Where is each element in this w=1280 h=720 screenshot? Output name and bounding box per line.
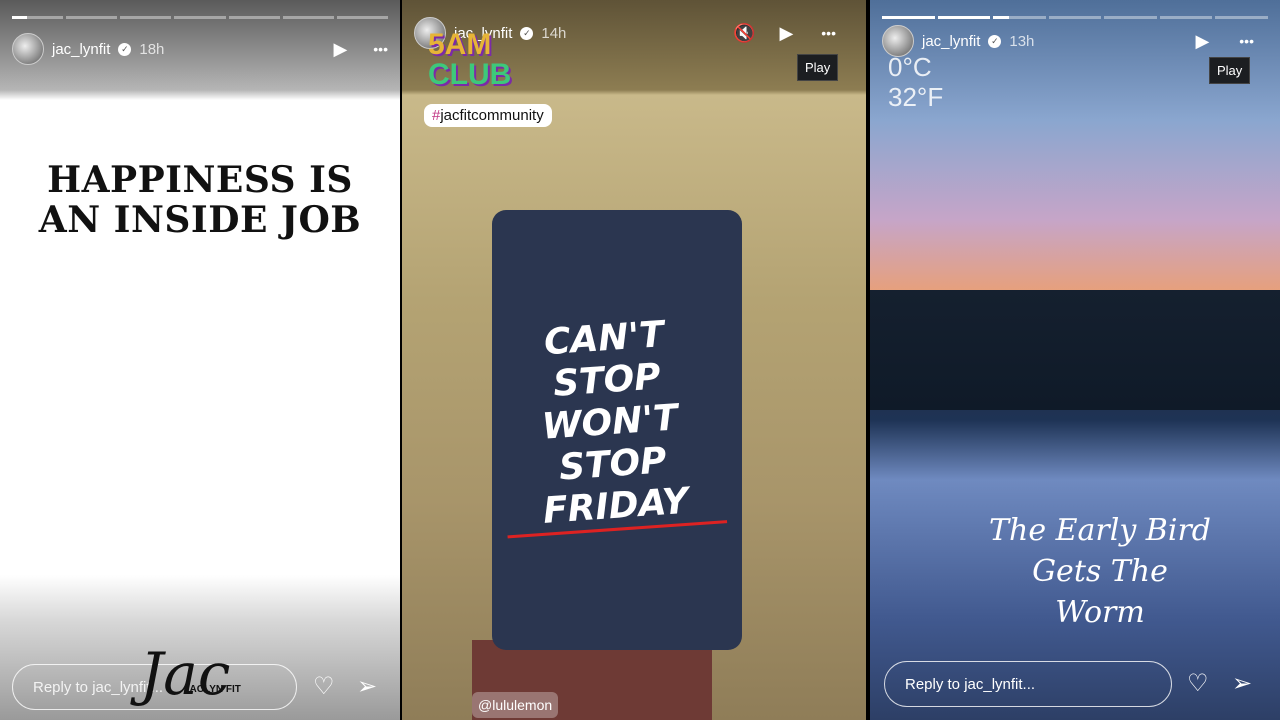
- 5am-club-sticker: 5AM CLUB: [428, 30, 511, 90]
- send-icon[interactable]: ➢: [357, 672, 377, 701]
- username[interactable]: jac_lynfit: [52, 41, 110, 58]
- quote-line: AN INSIDE JOB: [38, 199, 362, 241]
- timestamp: 14h: [541, 24, 567, 42]
- play-icon[interactable]: ▶: [779, 23, 793, 44]
- send-icon[interactable]: ➢: [1232, 669, 1252, 698]
- progress-segment: [1159, 16, 1213, 19]
- more-icon[interactable]: •••: [373, 41, 388, 57]
- play-tooltip: Play: [1209, 57, 1251, 84]
- caption-line: Gets The: [1032, 554, 1168, 589]
- mention-tag[interactable]: @lululemon: [472, 692, 559, 718]
- shirt-line: CAN'T STOP: [542, 314, 666, 405]
- progress-segment: [12, 16, 64, 19]
- timestamp: 18h: [139, 40, 165, 58]
- signature-subtitle: JACLYN FIT: [184, 684, 241, 695]
- play-tooltip: Play: [797, 54, 839, 81]
- progress-segment: [336, 16, 388, 19]
- username[interactable]: jac_lynfit: [922, 33, 980, 50]
- story-header: jac_lynfit ✓ 18h ▶ •••: [12, 32, 388, 66]
- verified-icon: ✓: [988, 34, 1002, 48]
- shirt-text: CAN'T STOP WON'T STOP FRIDAY: [493, 311, 728, 539]
- caption-line: Worm: [1055, 595, 1145, 630]
- progress-segment: [1048, 16, 1102, 19]
- progress-segment: [228, 16, 280, 19]
- progress-segment: [282, 16, 334, 19]
- progress-segment: [882, 16, 935, 19]
- sticker-line: 5AM: [428, 28, 492, 61]
- timestamp: 13h: [1009, 32, 1035, 50]
- play-icon[interactable]: ▶: [1195, 31, 1209, 52]
- avatar[interactable]: [12, 33, 44, 65]
- progress-segment: [174, 16, 226, 19]
- shirt-line: WON'T STOP: [540, 397, 680, 489]
- temp-fahrenheit: 32°F: [888, 82, 944, 112]
- tree-line: [870, 290, 1280, 410]
- quote-line: HAPPINESS IS: [47, 159, 353, 201]
- progress-segment: [66, 16, 118, 19]
- progress-segment: [993, 16, 1046, 19]
- verified-icon: ✓: [118, 42, 132, 56]
- progress-segment: [120, 16, 172, 19]
- heart-icon[interactable]: ♡: [313, 672, 335, 701]
- temp-celsius: 0°C: [888, 52, 932, 82]
- more-icon[interactable]: •••: [821, 25, 836, 41]
- progress-segment: [1215, 16, 1269, 19]
- sticker-line: CLUB: [428, 58, 512, 91]
- play-icon[interactable]: ▶: [333, 39, 347, 60]
- story-panel-1[interactable]: jac_lynfit ✓ 18h ▶ ••• HAPPINESS IS AN I…: [0, 0, 400, 720]
- signature-logo: Jac: [140, 640, 231, 708]
- progress-bars: [882, 16, 1269, 19]
- verified-icon: ✓: [520, 26, 534, 40]
- story-quote: HAPPINESS IS AN INSIDE JOB: [0, 160, 400, 240]
- weather-sticker: 0°C 32°F: [888, 52, 943, 112]
- mute-icon[interactable]: 🔇: [733, 23, 755, 44]
- story-caption: The Early Bird Gets The Worm: [980, 510, 1220, 633]
- heart-icon[interactable]: ♡: [1187, 669, 1209, 698]
- hashtag-sticker[interactable]: #jacfitcommunity: [424, 104, 552, 127]
- more-icon[interactable]: •••: [1239, 33, 1254, 49]
- caption-line: The Early Bird: [988, 513, 1211, 548]
- progress-segment: [1104, 16, 1157, 19]
- progress-bars: [12, 16, 388, 19]
- reply-input[interactable]: Reply to jac_lynfit...: [884, 661, 1172, 707]
- progress-segment: [937, 16, 991, 19]
- hashtag-text: jacfitcommunity: [440, 107, 544, 124]
